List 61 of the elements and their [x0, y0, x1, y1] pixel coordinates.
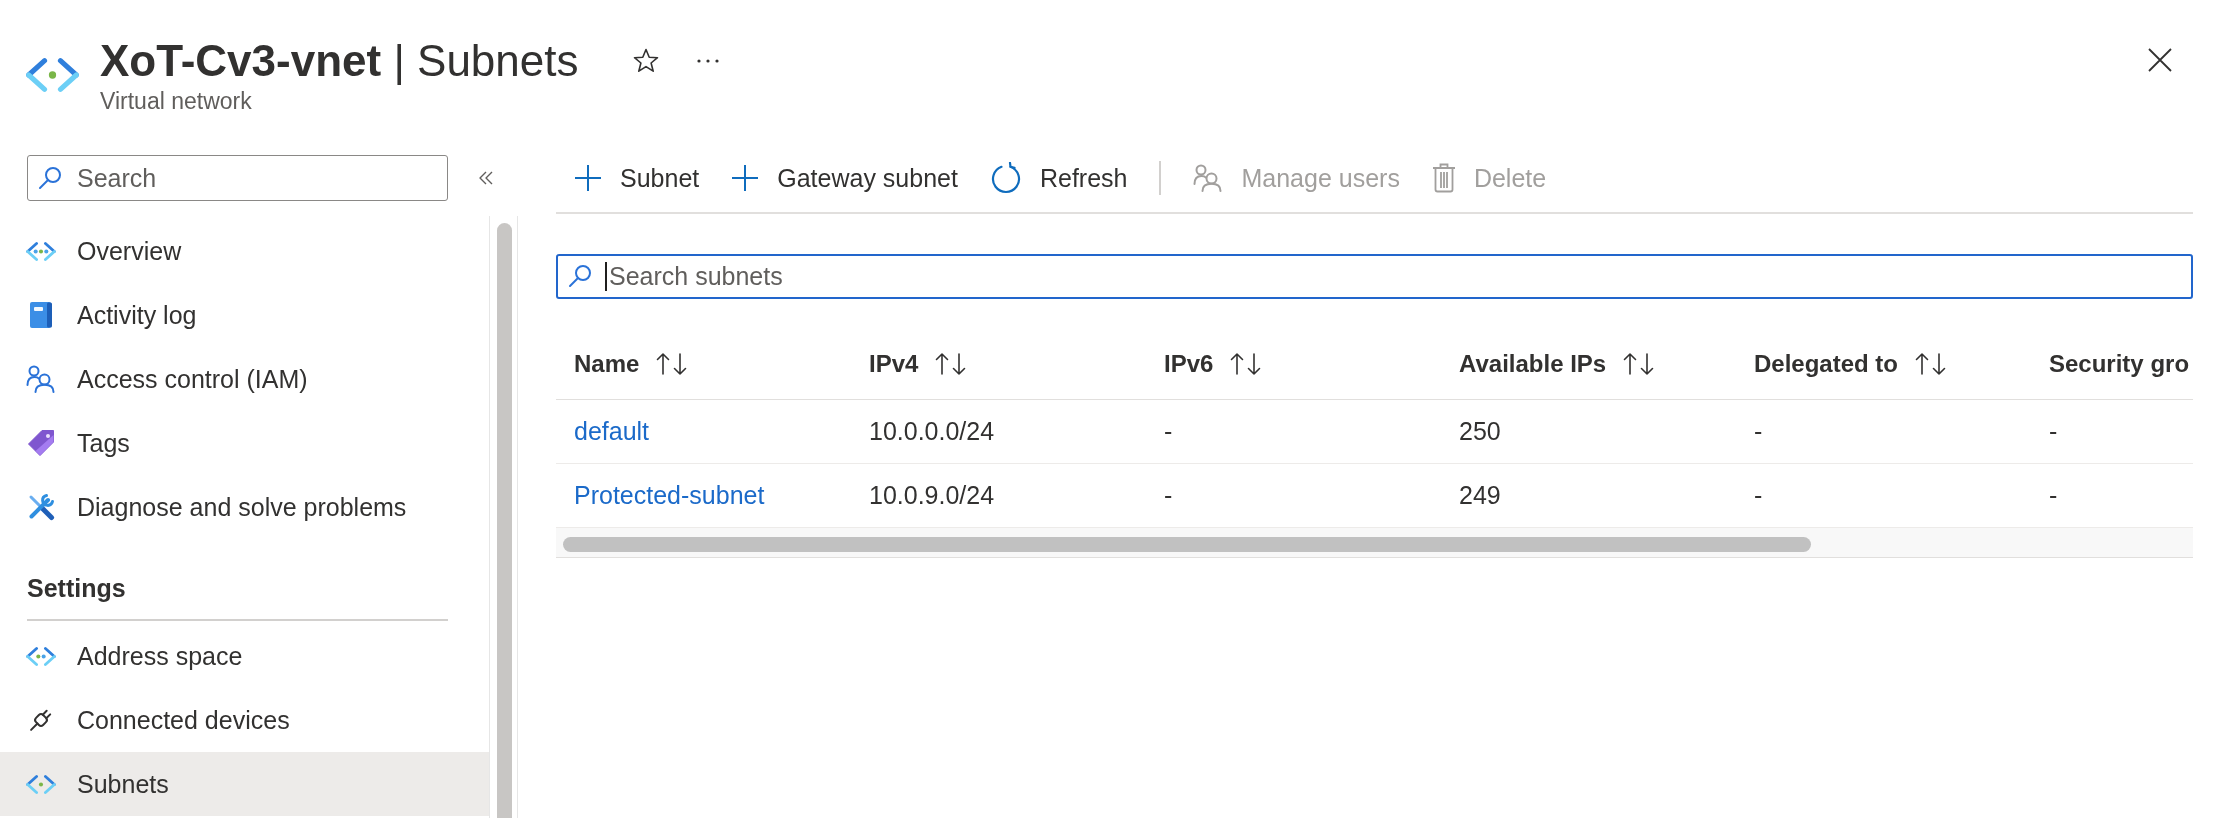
table-cell: - — [1164, 417, 1173, 446]
subnet-link[interactable]: default — [574, 417, 650, 445]
toolbar-button[interactable]: Gateway subnet — [715, 155, 974, 201]
toolbar-button[interactable]: Subnet — [558, 155, 716, 201]
sort-icon — [656, 352, 689, 376]
nav-item[interactable]: Overview — [0, 219, 489, 283]
table-cell: - — [1164, 481, 1173, 510]
scrollbar-thumb[interactable] — [563, 537, 1811, 552]
sort-icon — [1623, 352, 1656, 376]
column-header[interactable]: Name — [574, 350, 689, 378]
column-header[interactable]: IPv6 — [1164, 350, 1263, 378]
tag-icon — [27, 429, 55, 457]
plus-icon — [574, 164, 602, 192]
nav-item[interactable]: Access control (IAM) — [0, 347, 489, 411]
table-cell: 250 — [1459, 417, 1501, 446]
search-field[interactable]: Search — [27, 155, 448, 201]
double-chevron-left-icon[interactable] — [478, 170, 494, 186]
column-header[interactable]: Available IPs — [1459, 350, 1656, 378]
more-icon[interactable] — [696, 58, 719, 63]
table-cell: 10.0.9.0/24 — [869, 481, 995, 510]
close-icon[interactable] — [2148, 48, 2172, 72]
column-header[interactable]: Security gro — [2049, 350, 2190, 378]
sort-icon — [935, 352, 968, 376]
nav-item[interactable]: Tags — [0, 411, 489, 475]
nav-item[interactable]: Address space — [0, 624, 489, 688]
page-title: XoT-Cv3-vnet | Subnets — [100, 35, 579, 87]
table-cell: - — [1754, 417, 1763, 446]
subnet-link[interactable]: Protected-subnet — [574, 481, 765, 509]
tools-icon — [27, 493, 55, 521]
trash-icon — [1431, 163, 1456, 193]
column-header[interactable]: Delegated to — [1754, 350, 1948, 378]
refresh-icon — [989, 162, 1022, 194]
table-cell: 249 — [1459, 481, 1501, 510]
book-icon — [29, 301, 53, 329]
table-cell: 10.0.0.0/24 — [869, 417, 995, 446]
search-field[interactable]: Search subnets — [556, 254, 2193, 299]
text-cursor — [605, 262, 607, 291]
resource-type: Virtual network — [100, 87, 252, 115]
users-icon — [26, 365, 56, 393]
search-icon — [568, 264, 592, 288]
nav-item[interactable]: Subnets — [0, 752, 489, 816]
table-cell: - — [2049, 417, 2058, 446]
sort-icon — [1230, 352, 1263, 376]
nav-item[interactable]: Diagnose and solve problems — [0, 475, 489, 539]
nav-item[interactable]: Connected devices — [0, 688, 489, 752]
scrollbar-thumb[interactable] — [497, 223, 512, 818]
plus-icon — [731, 164, 760, 192]
angle-brackets-icon — [26, 774, 56, 794]
section-heading: Settings — [27, 573, 126, 603]
column-header[interactable]: IPv4 — [869, 350, 968, 378]
toolbar-button[interactable]: Refresh — [973, 155, 1144, 201]
nav-item[interactable]: Activity log — [0, 283, 489, 347]
table-cell: - — [1754, 481, 1763, 510]
table-cell: - — [2049, 481, 2058, 510]
angle-brackets-icon — [26, 241, 56, 261]
angle-brackets-icon — [26, 646, 56, 666]
angle-brackets-icon — [26, 58, 79, 92]
star-icon[interactable] — [632, 48, 659, 73]
search-icon — [38, 166, 62, 190]
users-icon — [1193, 164, 1224, 192]
sort-icon — [1915, 352, 1948, 376]
